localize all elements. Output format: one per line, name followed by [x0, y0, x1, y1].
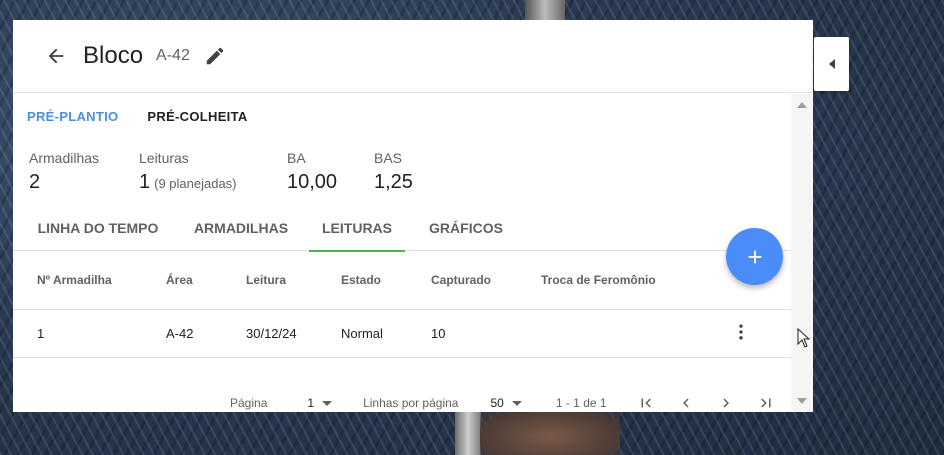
page-title: Bloco	[83, 42, 144, 69]
stat-value: 1 (9 planejadas)	[139, 171, 287, 194]
cell-capturado: 10	[431, 309, 541, 358]
column-header[interactable]: Leitura	[246, 252, 341, 310]
more-vertical-icon[interactable]	[731, 322, 751, 342]
chevron-right-icon[interactable]	[717, 394, 735, 412]
stat-value: 2	[29, 171, 41, 193]
block-code: A-42	[156, 47, 190, 64]
stat-label: Leituras	[139, 150, 189, 166]
column-header[interactable]: Nº Armadilha	[13, 252, 166, 310]
tab-linha-do-tempo[interactable]: LINHA DO TEMPO	[13, 204, 183, 251]
stat-value: 1,25	[374, 171, 413, 193]
pencil-icon[interactable]	[204, 45, 226, 67]
column-header[interactable]: Troca de Feromônio	[541, 252, 731, 310]
pagination: Página 1 Linhas por página 50 1 - 1 de 1	[13, 383, 791, 412]
block-details-panel: Bloco A-42 PRÉ-PLANTIO PRÉ-COLHEITA Arma…	[13, 20, 813, 412]
plus-icon	[748, 250, 761, 263]
page-range: 1 - 1 de 1	[555, 396, 607, 410]
rows-per-page-select[interactable]: 50	[490, 396, 522, 410]
scroll-up-icon[interactable]	[797, 102, 807, 108]
stat-label: BAS	[374, 150, 403, 166]
phase-tabs: PRÉ-PLANTIO PRÉ-COLHEITA	[13, 94, 791, 138]
caret-left-icon	[828, 59, 835, 69]
stats-summary: Armadilhas 2 Leituras 1 (9 planejadas) BA…	[29, 150, 454, 194]
stat-armadilhas: Armadilhas 2	[29, 150, 139, 194]
collapse-panel-button[interactable]	[814, 37, 849, 91]
chevron-left-icon[interactable]	[677, 394, 695, 412]
view-tabs: LINHA DO TEMPO ARMADILHAS LEITURAS GRÁFI…	[13, 204, 791, 252]
column-header[interactable]: Área	[166, 252, 246, 310]
table-row[interactable]: 1 A-42 30/12/24 Normal 10	[13, 309, 791, 358]
scroll-down-icon[interactable]	[797, 398, 807, 404]
stat-value-number: 1	[139, 171, 151, 193]
background-road	[525, 0, 565, 20]
stat-label: BA	[287, 150, 306, 166]
table-header-row: Nº Armadilha Área Leitura Estado Captura…	[13, 252, 791, 310]
cell-troca-feromonio	[541, 309, 731, 358]
stat-leituras: Leituras 1 (9 planejadas)	[139, 150, 287, 194]
background-field	[480, 410, 620, 455]
background-road	[455, 410, 481, 455]
readings-table: Nº Armadilha Área Leitura Estado Captura…	[13, 252, 791, 358]
arrow-left-icon[interactable]	[45, 45, 67, 67]
panel-content: PRÉ-PLANTIO PRÉ-COLHEITA Armadilhas 2 Le…	[13, 94, 791, 412]
panel-header: Bloco A-42	[13, 20, 813, 93]
cell-leitura: 30/12/24	[246, 309, 341, 358]
stat-ba: BA 10,00	[287, 150, 374, 194]
tab-pre-plantio[interactable]: PRÉ-PLANTIO	[27, 109, 118, 124]
tab-graficos[interactable]: GRÁFICOS	[411, 204, 521, 251]
chevron-down-icon	[511, 400, 522, 406]
tab-leituras[interactable]: LEITURAS	[309, 204, 405, 252]
cell-armadilha: 1	[13, 309, 166, 358]
rows-per-page-label: Linhas por página	[363, 396, 459, 410]
cell-area: A-42	[166, 309, 246, 358]
chevron-down-icon	[322, 400, 333, 406]
tab-pre-colheita[interactable]: PRÉ-COLHEITA	[147, 109, 247, 124]
rows-per-page-value: 50	[490, 396, 504, 410]
tab-armadilhas[interactable]: ARMADILHAS	[183, 204, 299, 251]
stat-label: Armadilhas	[29, 150, 100, 166]
stat-value: 10,00	[287, 171, 338, 193]
stat-planned: (9 planejadas)	[154, 176, 237, 191]
cell-estado: Normal	[341, 309, 431, 358]
cell-actions	[731, 309, 791, 358]
add-reading-button[interactable]	[726, 228, 783, 285]
page-select[interactable]: 1	[307, 396, 333, 410]
first-page-icon[interactable]	[637, 394, 655, 412]
stat-bas: BAS 1,25	[374, 150, 454, 194]
mouse-cursor-icon	[797, 328, 811, 348]
last-page-icon[interactable]	[757, 394, 775, 412]
page-select-value: 1	[307, 396, 315, 410]
column-header[interactable]: Capturado	[431, 252, 541, 310]
column-header[interactable]: Estado	[341, 252, 431, 310]
page-label: Página	[230, 396, 268, 410]
vertical-scrollbar[interactable]	[791, 94, 813, 412]
